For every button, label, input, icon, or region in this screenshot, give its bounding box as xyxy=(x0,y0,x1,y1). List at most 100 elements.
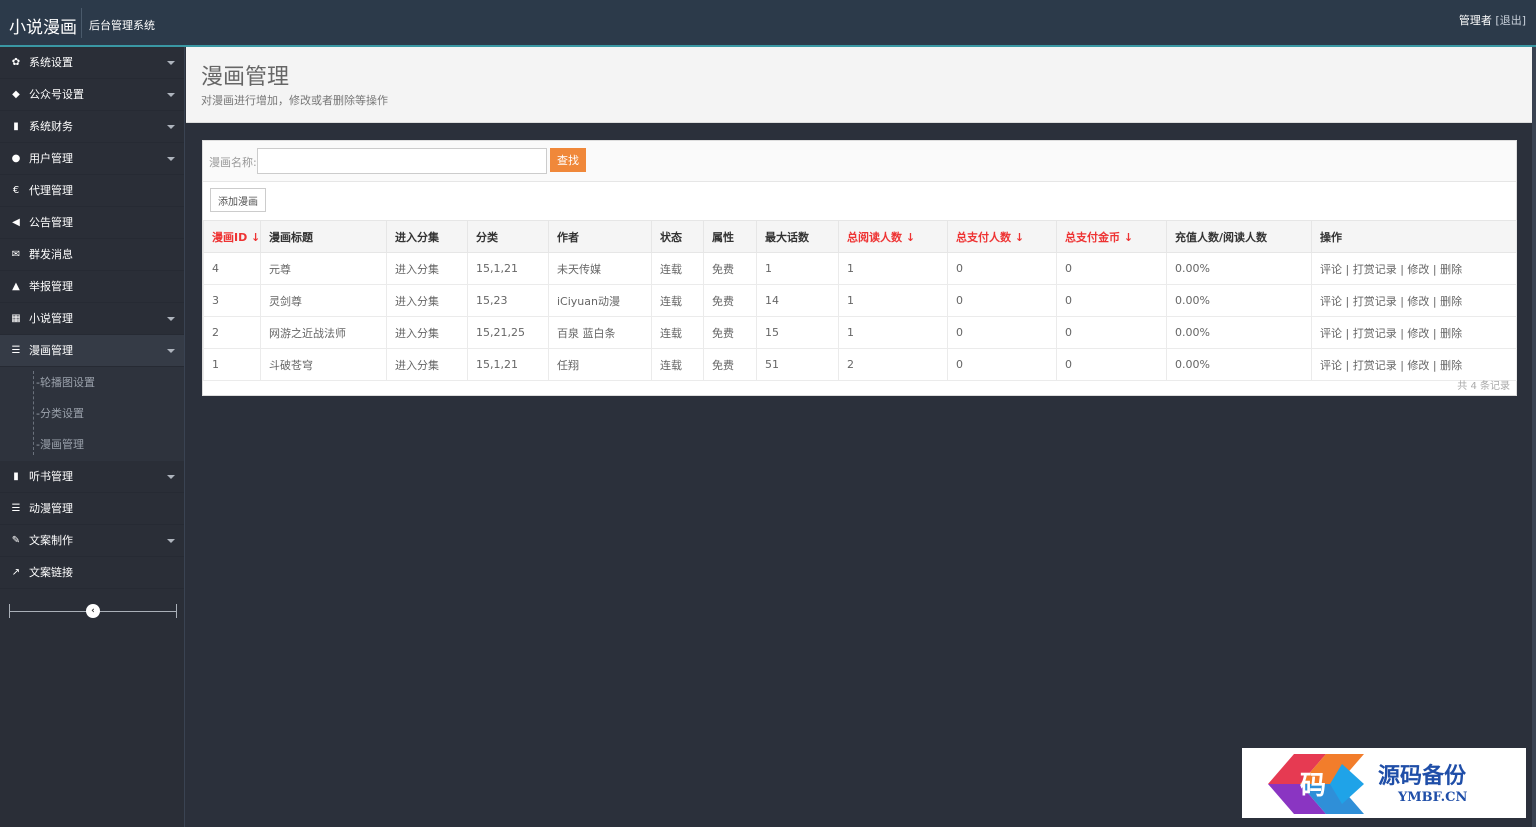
table-cell: 14 xyxy=(756,284,839,317)
table-row: 3 灵剑尊 进入分集 15,23 iCiyuan动漫 连载 免费 14 1 0 0 0.00% 评论 |… xyxy=(203,284,1517,317)
sidebar-item-label: 代理管理 xyxy=(29,184,73,197)
sidebar-item[interactable]: ▲ 举报管理 xyxy=(0,271,184,303)
caret-down-icon xyxy=(167,61,175,65)
table-header-cell: 属性 xyxy=(703,220,757,253)
table-cell: 百泉 蓝白条 xyxy=(548,316,652,349)
sidebar-item[interactable]: € 代理管理 xyxy=(0,175,184,207)
table-cell: 51 xyxy=(756,348,839,381)
sidebar-item-label: 系统财务 xyxy=(29,120,73,133)
table-cell: 连载 xyxy=(651,316,704,349)
sidebar-menu-lower: ▮ 听书管理 ☰ 动漫管理 ✎ 文案制作 ↗ 文案链接 xyxy=(0,461,184,589)
slider-cap-left xyxy=(9,604,10,618)
top-bar: 小说漫画 后台管理系统 管理者 [退出] xyxy=(0,0,1536,47)
caret-down-icon xyxy=(167,317,175,321)
caret-down-icon xyxy=(167,539,175,543)
megaphone-icon: ◀ xyxy=(12,217,20,228)
collapse-toggle-icon[interactable]: ‹ xyxy=(86,604,100,618)
brand-divider xyxy=(81,8,82,38)
row-actions[interactable]: 评论 | 打赏记录 | 修改 | 删除 xyxy=(1311,316,1517,349)
table-cell: 连载 xyxy=(651,284,704,317)
comic-panel: 漫画名称: 查找 添加漫画 漫画ID ↓ 漫画标题 进入分集 分类 作者 状态 属性 最大话数… xyxy=(202,140,1517,396)
row-actions[interactable]: 评论 | 打赏记录 | 修改 | 删除 xyxy=(1311,348,1517,381)
sidebar-item[interactable]: ▮ 系统财务 xyxy=(0,111,184,143)
table-cell: 0 xyxy=(947,284,1057,317)
table-header-cell: 充值人数/阅读人数 xyxy=(1166,220,1312,253)
table-cell: 3 xyxy=(203,284,261,317)
table-header-cell[interactable]: 总支付金币 ↓ xyxy=(1056,220,1167,253)
sidebar-item[interactable]: ☰ 漫画管理 xyxy=(0,335,184,367)
table-cell: 斗破苍穹 xyxy=(260,348,387,381)
list-icon: ☰ xyxy=(11,345,21,356)
enter-episodes-link[interactable]: 进入分集 xyxy=(386,348,468,381)
app-brand[interactable]: 小说漫画 xyxy=(9,13,77,38)
sidebar-item-label: 漫画管理 xyxy=(29,344,73,357)
table-cell: 1 xyxy=(203,348,261,381)
grid-icon: ▦ xyxy=(11,313,21,324)
table-cell: 免费 xyxy=(703,284,757,317)
user-icon: ● xyxy=(11,153,21,164)
table-cell: 连载 xyxy=(651,252,704,285)
app-subtitle: 后台管理系统 xyxy=(89,19,155,32)
sidebar-item[interactable]: ✿ 系统设置 xyxy=(0,47,184,79)
row-actions[interactable]: 评论 | 打赏记录 | 修改 | 删除 xyxy=(1311,284,1517,317)
table-header-cell: 最大话数 xyxy=(756,220,839,253)
table-header-row: 漫画ID ↓ 漫画标题 进入分集 分类 作者 状态 属性 最大话数 总阅读人数 ↓ 总支付人数 ↓… xyxy=(203,220,1517,253)
table-cell: 网游之近战法师 xyxy=(260,316,387,349)
sidebar-item-label: 公众号设置 xyxy=(29,88,84,101)
table-row: 1 斗破苍穹 进入分集 15,1,21 任翔 连载 免费 51 2 0 0 0.00% 评论 | 打赏记… xyxy=(203,348,1517,381)
sidebar-item-label: 听书管理 xyxy=(29,470,73,483)
sidebar-item[interactable]: ↗ 文案链接 xyxy=(0,557,184,589)
table-header-cell: 状态 xyxy=(651,220,704,253)
comic-table: 漫画ID ↓ 漫画标题 进入分集 分类 作者 状态 属性 最大话数 总阅读人数 ↓ 总支付人数 ↓… xyxy=(203,220,1517,381)
watermark-logo-char: 码 xyxy=(1300,771,1326,801)
table-cell: 15,23 xyxy=(467,284,549,317)
table-cell: 15 xyxy=(756,316,839,349)
sidebar-subitem-carousel[interactable]: -轮播图设置 xyxy=(0,367,184,398)
table-cell: 0 xyxy=(947,348,1057,381)
search-label: 漫画名称: xyxy=(209,156,257,169)
caret-down-icon xyxy=(167,125,175,129)
sidebar-submenu: -轮播图设置 -分类设置 -漫画管理 xyxy=(0,367,184,461)
table-cell: 连载 xyxy=(651,348,704,381)
table-cell: 1 xyxy=(838,284,948,317)
table-header-cell: 进入分集 xyxy=(386,220,468,253)
table-cell: 2 xyxy=(838,348,948,381)
external-link-icon: ↗ xyxy=(11,567,21,578)
sidebar: ✿ 系统设置 ◆ 公众号设置 ▮ 系统财务 ● 用户管理 € 代理管理 ◀ 公告管理 ✉ 群发消息 ▲ 举报管… xyxy=(0,47,185,827)
table-header-cell[interactable]: 漫画ID ↓ xyxy=(203,220,261,253)
table-header-cell[interactable]: 总阅读人数 ↓ xyxy=(838,220,948,253)
table-cell: 0 xyxy=(1056,316,1167,349)
table-cell: 0 xyxy=(947,252,1057,285)
euro-icon: € xyxy=(12,185,20,196)
sidebar-item[interactable]: ✉ 群发消息 xyxy=(0,239,184,271)
enter-episodes-link[interactable]: 进入分集 xyxy=(386,252,468,285)
sidebar-menu: ✿ 系统设置 ◆ 公众号设置 ▮ 系统财务 ● 用户管理 € 代理管理 ◀ 公告管理 ✉ 群发消息 ▲ 举报管… xyxy=(0,47,184,367)
row-actions[interactable]: 评论 | 打赏记录 | 修改 | 删除 xyxy=(1311,252,1517,285)
table-header-cell[interactable]: 总支付人数 ↓ xyxy=(947,220,1057,253)
sidebar-subitem-comic[interactable]: -漫画管理 xyxy=(0,429,184,460)
table-cell: 2 xyxy=(203,316,261,349)
caret-down-icon xyxy=(167,349,175,353)
search-input[interactable] xyxy=(257,148,547,174)
sidebar-subitem-category[interactable]: -分类设置 xyxy=(0,398,184,429)
sidebar-item[interactable]: ✎ 文案制作 xyxy=(0,525,184,557)
search-button[interactable]: 查找 xyxy=(550,148,586,172)
sidebar-item[interactable]: ▮ 听书管理 xyxy=(0,461,184,493)
page-header: 漫画管理 对漫画进行增加，修改或者删除等操作 xyxy=(186,47,1532,123)
sidebar-item-label: 举报管理 xyxy=(29,280,73,293)
enter-episodes-link[interactable]: 进入分集 xyxy=(386,316,468,349)
table-cell: 0 xyxy=(947,316,1057,349)
enter-episodes-link[interactable]: 进入分集 xyxy=(386,284,468,317)
add-comic-button[interactable]: 添加漫画 xyxy=(210,188,266,212)
watermark-logo: 码 xyxy=(1268,754,1364,814)
table-row: 4 元尊 进入分集 15,1,21 未天传媒 连载 免费 1 1 0 0 0.00% 评论 | 打赏记录… xyxy=(203,252,1517,285)
table-cell: 1 xyxy=(838,252,948,285)
sidebar-item[interactable]: ◀ 公告管理 xyxy=(0,207,184,239)
table-cell: 15,1,21 xyxy=(467,348,549,381)
sidebar-item[interactable]: ☰ 动漫管理 xyxy=(0,493,184,525)
sidebar-item[interactable]: ▦ 小说管理 xyxy=(0,303,184,335)
logout-link[interactable]: [退出] xyxy=(1495,14,1526,27)
sidebar-item[interactable]: ● 用户管理 xyxy=(0,143,184,175)
table-cell: 0 xyxy=(1056,252,1167,285)
sidebar-item[interactable]: ◆ 公众号设置 xyxy=(0,79,184,111)
